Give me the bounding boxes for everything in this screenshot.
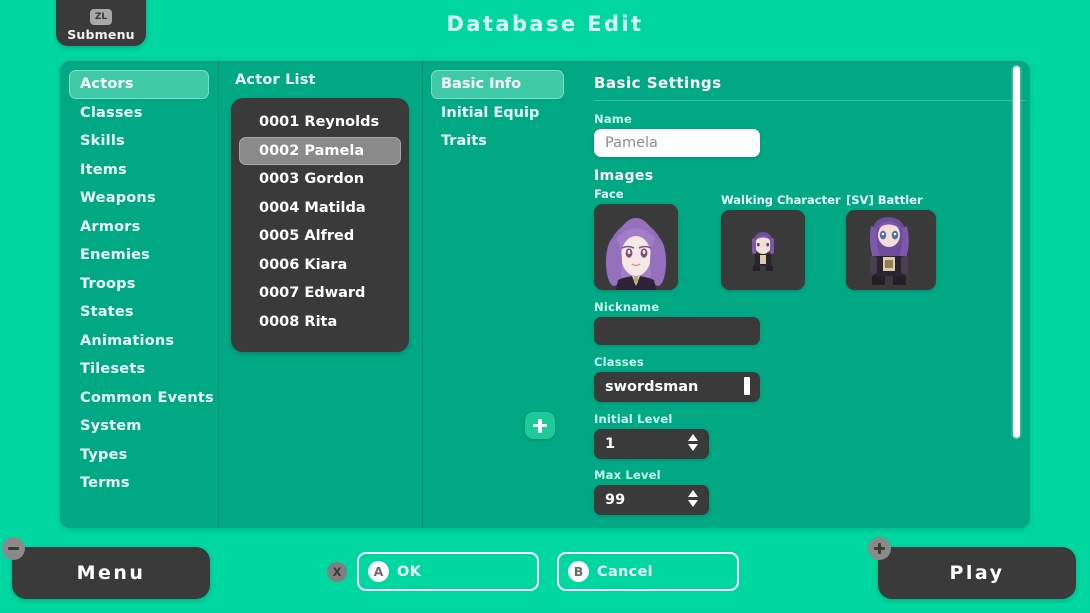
image-slots: Face [594,187,1030,290]
tab-traits[interactable]: Traits [431,127,564,156]
list-item[interactable]: 0002 Pamela [239,137,401,166]
chevron-down-icon[interactable] [688,500,698,507]
sidebar-item-weapons[interactable]: Weapons [69,184,209,213]
cancel-label: Cancel [597,564,653,580]
sidebar: Actors Classes Skills Items Weapons Armo… [60,60,218,528]
name-label: Name [594,112,1030,126]
tab-basic-info[interactable]: Basic Info [431,70,564,99]
sidebar-item-armors[interactable]: Armors [69,213,209,242]
stepper-arrows[interactable] [688,434,698,451]
a-button-badge: A [368,561,389,582]
classes-value: swordsman [605,379,698,395]
chevron-down-icon[interactable] [688,444,698,451]
list-item[interactable]: 0007 Edward [239,279,401,308]
form-title: Basic Settings [594,74,1030,92]
x-button-badge[interactable]: X [327,562,347,582]
chevron-up-icon[interactable] [688,490,698,497]
name-input[interactable]: Pamela [594,129,760,157]
database-edit-screen: ZL Submenu Database Edit Actors Classes … [0,0,1090,613]
classes-input[interactable]: swordsman [594,372,760,402]
actor-list-column: Actor List 0001 Reynolds 0002 Pamela 000… [219,60,422,528]
sv-battler-image-slot[interactable]: [SV] Battler [846,193,936,290]
menu-button[interactable]: Menu [12,547,210,599]
cancel-button[interactable]: B Cancel [557,552,739,591]
page-title: Database Edit [0,12,1090,36]
sidebar-item-animations[interactable]: Animations [69,327,209,356]
sidebar-item-states[interactable]: States [69,298,209,327]
actor-list-heading: Actor List [235,72,316,88]
images-section-label: Images [594,168,1030,184]
detail-tabs: Basic Info Initial Equip Traits [423,60,572,528]
max-level-stepper[interactable]: 99 [594,485,709,515]
face-caption: Face [594,187,721,201]
minus-icon [2,537,25,560]
max-level-value: 99 [605,492,625,508]
sidebar-item-terms[interactable]: Terms [69,469,209,498]
ok-button[interactable]: A OK [357,552,539,591]
sidebar-item-enemies[interactable]: Enemies [69,241,209,270]
list-item[interactable]: 0008 Rita [239,308,401,337]
play-button[interactable]: Play [878,547,1076,599]
sv-battler-caption: [SV] Battler [846,193,936,207]
battler-sprite-art [846,210,936,290]
initial-level-stepper[interactable]: 1 [594,429,709,459]
sidebar-item-skills[interactable]: Skills [69,127,209,156]
walking-sprite-art [721,210,805,290]
sidebar-item-troops[interactable]: Troops [69,270,209,299]
sidebar-item-actors[interactable]: Actors [69,70,209,99]
tab-initial-equip[interactable]: Initial Equip [431,99,564,128]
initial-level-label: Initial Level [594,412,1030,426]
sidebar-item-system[interactable]: System [69,412,209,441]
list-item[interactable]: 0005 Alfred [239,222,401,251]
sidebar-item-types[interactable]: Types [69,441,209,470]
sidebar-item-classes[interactable]: Classes [69,99,209,128]
ok-label: OK [397,564,421,580]
text-caret-icon [744,377,750,395]
face-thumbnail[interactable] [594,204,678,290]
basic-settings-form: Basic Settings Name Pamela Images Face [572,60,1030,528]
sidebar-item-tilesets[interactable]: Tilesets [69,355,209,384]
top-bar: ZL Submenu Database Edit [0,0,1090,48]
list-item[interactable]: 0004 Matilda [239,194,401,223]
stepper-arrows[interactable] [688,490,698,507]
max-level-label: Max Level [594,468,1030,482]
form-scrollbar[interactable] [1013,66,1020,438]
walking-character-thumbnail[interactable] [721,210,805,290]
nickname-label: Nickname [594,300,1030,314]
nickname-input[interactable] [594,317,760,345]
plus-icon [868,537,891,560]
divider [594,100,1026,101]
walking-character-caption: Walking Character [721,193,846,207]
initial-level-value: 1 [605,436,615,452]
play-button-label: Play [949,562,1004,584]
menu-button-label: Menu [77,562,146,584]
actor-list-box: 0001 Reynolds 0002 Pamela 0003 Gordon 00… [231,98,409,352]
sidebar-item-items[interactable]: Items [69,156,209,185]
sidebar-item-common-events[interactable]: Common Events [69,384,209,413]
chevron-up-icon[interactable] [688,434,698,441]
sv-battler-thumbnail[interactable] [846,210,936,290]
face-image-slot[interactable]: Face [594,187,721,290]
list-item[interactable]: 0006 Kiara [239,251,401,280]
face-portrait-art [594,204,678,290]
classes-label: Classes [594,355,1030,369]
list-item[interactable]: 0003 Gordon [239,165,401,194]
main-panel: Actors Classes Skills Items Weapons Armo… [60,60,1030,528]
list-item[interactable]: 0001 Reynolds [239,108,401,137]
b-button-badge: B [568,561,589,582]
walking-character-image-slot[interactable]: Walking Character [721,193,846,290]
